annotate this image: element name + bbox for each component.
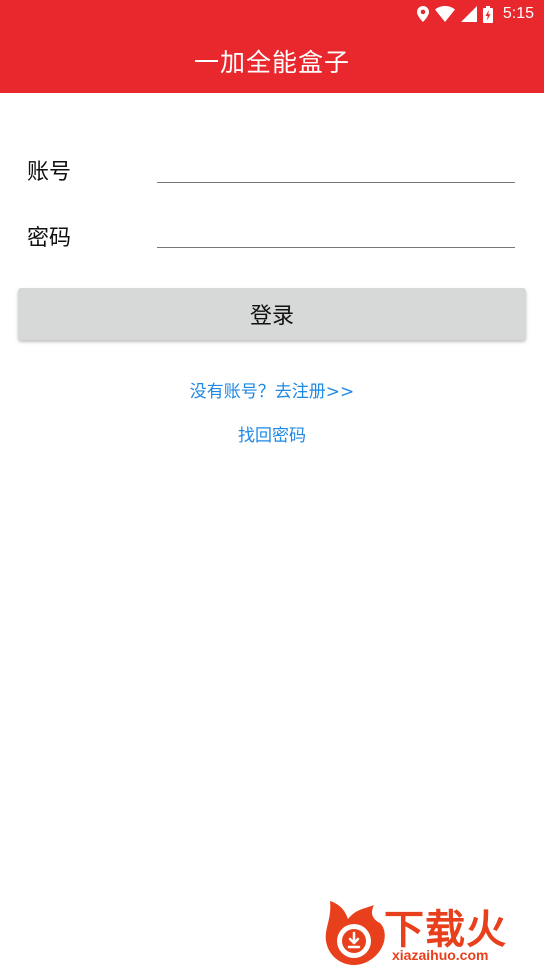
forgot-password-link[interactable]: 找回密码 xyxy=(0,421,544,446)
app-title: 一加全能盒子 xyxy=(193,47,350,77)
register-link[interactable]: 没有账号？去注册>> xyxy=(0,377,544,402)
flame-download-icon xyxy=(325,901,385,965)
location-icon xyxy=(416,6,429,22)
password-underline xyxy=(157,247,515,248)
status-icons: 5:15 xyxy=(416,3,534,25)
account-input[interactable] xyxy=(157,143,515,183)
watermark-url: xiazaihuo.com xyxy=(392,947,489,963)
watermark-logo: 下载火 xiazaihuo.com xyxy=(322,895,538,965)
app-bar: 一加全能盒子 xyxy=(0,28,544,93)
account-label: 账号 xyxy=(27,160,72,185)
login-button[interactable]: 登录 xyxy=(18,288,526,340)
password-label: 密码 xyxy=(27,226,72,251)
status-time: 5:15 xyxy=(502,5,534,22)
battery-charging-icon xyxy=(482,5,493,23)
signal-icon xyxy=(460,6,477,22)
password-input[interactable] xyxy=(157,208,515,248)
account-underline xyxy=(157,182,515,183)
wifi-icon xyxy=(434,6,455,22)
status-bar: 5:15 xyxy=(0,0,544,28)
login-button-label: 登录 xyxy=(249,304,294,329)
